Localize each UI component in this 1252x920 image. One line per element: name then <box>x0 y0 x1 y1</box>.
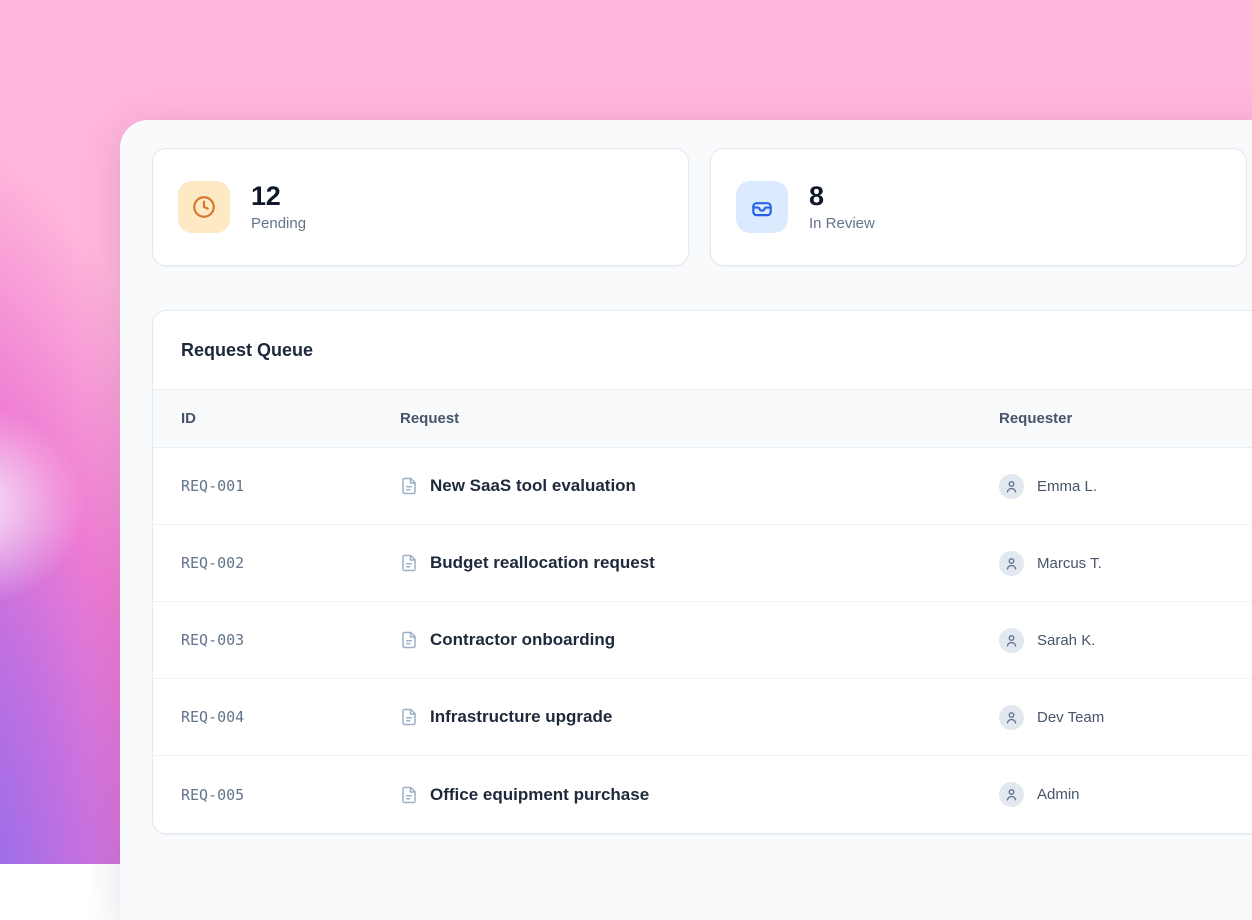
request-cell: Office equipment purchase <box>372 756 971 833</box>
user-icon <box>999 628 1024 653</box>
request-cell: Budget reallocation request <box>372 525 971 601</box>
table-row[interactable]: REQ-002 Budget reallocation request Marc… <box>153 525 1252 602</box>
stat-text: 12 Pending <box>251 182 306 233</box>
column-header-request: Request <box>372 390 971 447</box>
requester-name: Emma L. <box>1037 478 1097 495</box>
user-icon <box>999 782 1024 807</box>
request-queue-card: Request Queue ID Request Requester REQ-0… <box>152 310 1252 834</box>
request-title: Office equipment purchase <box>430 785 649 805</box>
stat-label-pending: Pending <box>251 215 306 232</box>
stat-card-pending: 12 Pending <box>152 148 689 266</box>
stat-value-pending: 12 <box>251 182 306 212</box>
table-row[interactable]: REQ-001 New SaaS tool evaluation Emma L. <box>153 448 1252 525</box>
request-id: REQ-004 <box>153 679 372 755</box>
requester-name: Sarah K. <box>1037 632 1095 649</box>
requester-name: Admin <box>1037 786 1080 803</box>
column-header-requester: Requester <box>971 390 1252 447</box>
request-id: REQ-002 <box>153 525 372 601</box>
table-body: REQ-001 New SaaS tool evaluation Emma L. <box>153 448 1252 833</box>
requester-cell: Admin <box>971 756 1252 833</box>
main-panel: 12 Pending 8 In Review Request Queue ID … <box>120 120 1252 920</box>
requester-name: Marcus T. <box>1037 555 1102 572</box>
stat-label-in-review: In Review <box>809 215 875 232</box>
column-header-id: ID <box>153 390 372 447</box>
request-title: New SaaS tool evaluation <box>430 476 636 496</box>
request-cell: Contractor onboarding <box>372 602 971 678</box>
file-text-icon <box>400 786 418 804</box>
inbox-icon <box>736 181 788 233</box>
user-icon <box>999 551 1024 576</box>
stat-value-in-review: 8 <box>809 182 875 212</box>
request-title: Infrastructure upgrade <box>430 707 612 727</box>
request-cell: Infrastructure upgrade <box>372 679 971 755</box>
user-icon <box>999 705 1024 730</box>
request-title: Contractor onboarding <box>430 630 615 650</box>
request-id: REQ-003 <box>153 602 372 678</box>
stat-card-in-review: 8 In Review <box>710 148 1247 266</box>
stat-text: 8 In Review <box>809 182 875 233</box>
file-text-icon <box>400 708 418 726</box>
table-row[interactable]: REQ-003 Contractor onboarding Sarah K. <box>153 602 1252 679</box>
requester-cell: Marcus T. <box>971 525 1252 601</box>
requester-cell: Dev Team <box>971 679 1252 755</box>
user-icon <box>999 474 1024 499</box>
request-id: REQ-001 <box>153 448 372 524</box>
file-text-icon <box>400 554 418 572</box>
table-header-row: ID Request Requester <box>153 390 1252 448</box>
table-row[interactable]: REQ-004 Infrastructure upgrade Dev Team <box>153 679 1252 756</box>
request-title: Budget reallocation request <box>430 553 655 573</box>
stats-row: 12 Pending 8 In Review <box>152 148 1252 266</box>
file-text-icon <box>400 477 418 495</box>
clock-icon <box>178 181 230 233</box>
file-text-icon <box>400 631 418 649</box>
requester-name: Dev Team <box>1037 709 1104 726</box>
request-id: REQ-005 <box>153 756 372 833</box>
table-row[interactable]: REQ-005 Office equipment purchase Admin <box>153 756 1252 833</box>
requester-cell: Emma L. <box>971 448 1252 524</box>
table-title: Request Queue <box>153 311 1252 390</box>
request-cell: New SaaS tool evaluation <box>372 448 971 524</box>
requester-cell: Sarah K. <box>971 602 1252 678</box>
